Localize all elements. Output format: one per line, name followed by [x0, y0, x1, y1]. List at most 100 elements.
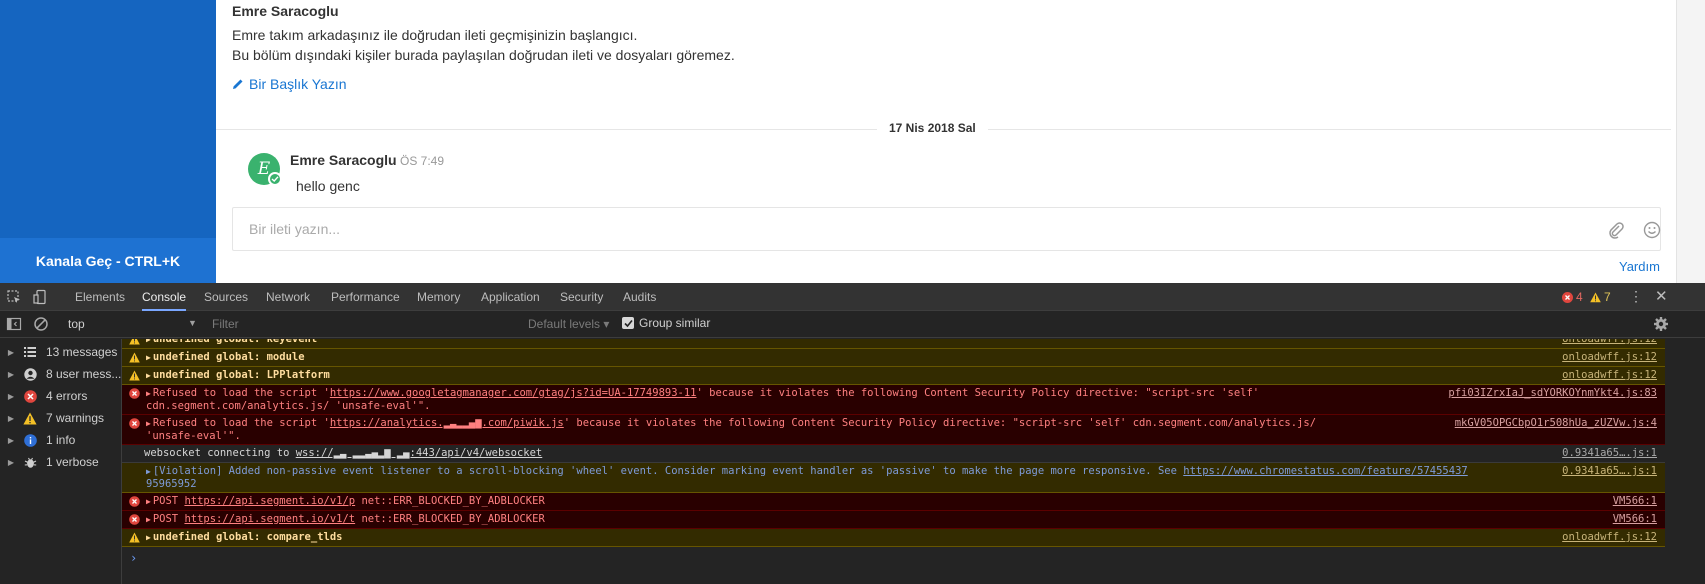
message-source-link[interactable]: 0.9341a65….js:1 [1562, 465, 1657, 477]
message-source-link[interactable]: pfi03IZrxIaJ_sdYORKOYnmYkt4.js:83 [1448, 387, 1657, 399]
more-options-icon[interactable]: ⋮ [1629, 288, 1643, 305]
console-messages: › ▶ undefined global: keyevent onloadwff.j… [122, 339, 1665, 584]
warning-count-badge[interactable]: 7 [1590, 290, 1611, 304]
console-message[interactable]: ▶ undefined global: LPPlatform onloadwff.j… [122, 367, 1665, 385]
info-icon [22, 432, 38, 448]
console-sidebar-item[interactable]: ▶ 1 verbose [0, 452, 122, 472]
expand-arrow-icon[interactable]: ▶ [0, 348, 22, 357]
message-source-link[interactable]: VM566:1 [1613, 495, 1657, 507]
console-message[interactable]: ▶ Refused to load the script 'https://www… [122, 385, 1665, 415]
message-text: ' because it violates the following Cont… [696, 387, 1260, 399]
filter-input[interactable] [212, 314, 512, 334]
set-header-link[interactable]: Bir Başlık Yazın [232, 76, 347, 92]
tab-elements[interactable]: Elements [75, 283, 125, 311]
expand-arrow-icon[interactable]: ▶ [146, 389, 151, 398]
expand-arrow-icon[interactable]: ▶ [0, 414, 22, 423]
console-message[interactable]: ▶ POST https://api.segment.io/v1/t net::E… [122, 511, 1665, 529]
message-text: undefined global: LPPlatform [152, 369, 330, 381]
message-link[interactable]: wss://▂▃ ▂▂▃▄▂▆ ▂▄:443/api/v4/websocket [296, 447, 543, 459]
console-message[interactable]: ▶ [Violation] Added non-passive event lis… [122, 463, 1665, 493]
tab-performance[interactable]: Performance [331, 283, 400, 311]
message-text: undefined global: module [152, 351, 305, 363]
expand-arrow-icon[interactable]: ▶ [0, 392, 22, 401]
tab-console[interactable]: Console [142, 283, 187, 311]
console-sidebar-item[interactable]: ▶ 13 messages [0, 342, 122, 362]
scrollbar-track[interactable] [1677, 0, 1705, 283]
console-prompt[interactable]: › [130, 551, 137, 565]
message-link[interactable]: https://api.segment.io/v1/p [184, 495, 355, 507]
log-levels-select[interactable]: Default levels ▾ [528, 317, 609, 331]
checkbox-checked-icon[interactable] [622, 317, 634, 329]
expand-arrow-icon[interactable]: ▶ [146, 371, 151, 380]
message-link[interactable]: https://www.chromestatus.com/feature/574… [1183, 465, 1467, 477]
emoji-icon[interactable] [1643, 221, 1661, 239]
device-toolbar-icon[interactable] [32, 289, 48, 305]
channel-switch-button[interactable]: Kanala Geç - CTRL+K [0, 238, 216, 283]
console-sidebar-item[interactable]: ▶ 1 info [0, 430, 122, 450]
message-link[interactable]: https://www.googletagmanager.com/gtag/js… [330, 387, 697, 399]
expand-arrow-icon[interactable]: ▶ [146, 467, 151, 476]
intro-text-line: Bu bölüm dışındaki kişiler burada paylaş… [232, 47, 735, 63]
close-icon[interactable]: ✕ [1655, 287, 1668, 305]
tab-audits[interactable]: Audits [623, 283, 656, 311]
console-message[interactable]: websocket connecting to wss://▂▃ ▂▂▃▄▂▆ … [122, 445, 1665, 463]
message-link[interactable]: https://api.segment.io/v1/t [184, 513, 355, 525]
message-text: Refused to load the script ' [152, 417, 330, 429]
expand-arrow-icon[interactable]: ▶ [146, 339, 151, 344]
message-timestamp[interactable]: ÖS 7:49 [400, 154, 444, 168]
tab-memory[interactable]: Memory [417, 283, 460, 311]
expand-arrow-icon[interactable]: ▶ [0, 458, 22, 467]
message-source-link[interactable]: mkGV05OPGCbpO1r508hUa_zUZVw.js:4 [1455, 417, 1657, 429]
message-link[interactable]: https://analytics.▂▃▂▂▄▆.com/piwik.js [330, 417, 564, 429]
message-source-link[interactable]: onloadwff.js:12 [1562, 531, 1657, 543]
message-source-link[interactable]: 0.9341a65….js:1 [1562, 447, 1657, 459]
devtools-panel: 4 7 ⋮ ✕ Elements Console Sources Network Per… [0, 283, 1705, 584]
warning-icon [22, 410, 38, 426]
context-select[interactable]: top [68, 317, 85, 331]
message-source-link[interactable]: onloadwff.js:12 [1562, 351, 1657, 363]
help-link[interactable]: Yardım [1619, 259, 1660, 274]
message-author[interactable]: Emre Saracoglu [290, 152, 397, 168]
expand-arrow-icon[interactable]: ▶ [146, 353, 151, 362]
console-message[interactable]: ▶ undefined global: keyevent onloadwff.js:… [122, 339, 1665, 349]
tab-security[interactable]: Security [560, 283, 603, 311]
console-sidebar-item[interactable]: ▶ 4 errors [0, 386, 122, 406]
clear-console-icon[interactable] [33, 316, 49, 332]
expand-arrow-icon[interactable]: ▶ [146, 515, 151, 524]
console-message[interactable]: ▶ POST https://api.segment.io/v1/p net::E… [122, 493, 1665, 511]
inspect-element-icon[interactable] [6, 289, 22, 305]
error-icon [129, 418, 140, 429]
expand-arrow-icon[interactable]: ▶ [0, 370, 22, 379]
tab-network[interactable]: Network [266, 283, 310, 311]
message-source-link[interactable]: VM566:1 [1613, 513, 1657, 525]
group-similar-checkbox[interactable]: Group similar [622, 316, 710, 330]
message-text: undefined global: keyevent [152, 339, 318, 345]
devtools-tabbar: 4 7 ⋮ ✕ Elements Console Sources Network Per… [0, 283, 1705, 311]
expand-arrow-icon[interactable]: ▶ [146, 419, 151, 428]
console-sidebar-item[interactable]: ▶ 7 warnings [0, 408, 122, 428]
console-message[interactable]: ▶ undefined global: module onloadwff.js:12 [122, 349, 1665, 367]
intro-text-line: Emre takım arkadaşınız ile doğrudan ilet… [232, 27, 638, 43]
console-message[interactable]: ▶ undefined global: compare_tlds onloadwff… [122, 529, 1665, 547]
message-source-link[interactable]: onloadwff.js:12 [1562, 339, 1657, 345]
date-separator-label: 17 Nis 2018 Sal [877, 121, 988, 135]
expand-arrow-icon[interactable]: ▶ [146, 533, 151, 542]
console-sidebar-item[interactable]: ▶ 8 user mess... [0, 364, 122, 384]
tab-application[interactable]: Application [481, 283, 540, 311]
message-text: POST [152, 513, 185, 525]
warning-icon [129, 532, 140, 543]
error-count-badge[interactable]: 4 [1562, 290, 1583, 304]
dropdown-arrow-icon[interactable]: ▼ [188, 318, 197, 328]
expand-arrow-icon[interactable]: ▶ [146, 497, 151, 506]
tab-sources[interactable]: Sources [204, 283, 248, 311]
console-message[interactable]: ▶ Refused to load the script 'https://ana… [122, 415, 1665, 445]
error-icon [22, 388, 38, 404]
message-input[interactable] [249, 208, 1549, 250]
sidebar-toggle-icon[interactable] [6, 316, 22, 332]
error-icon [129, 514, 140, 525]
message-source-link[interactable]: onloadwff.js:12 [1562, 369, 1657, 381]
app-window: Kanala Geç - CTRL+K Emre Saracoglu Emre … [0, 0, 1705, 283]
expand-arrow-icon[interactable]: ▶ [0, 436, 22, 445]
paperclip-icon[interactable] [1607, 221, 1625, 239]
gear-icon[interactable] [1653, 316, 1669, 332]
